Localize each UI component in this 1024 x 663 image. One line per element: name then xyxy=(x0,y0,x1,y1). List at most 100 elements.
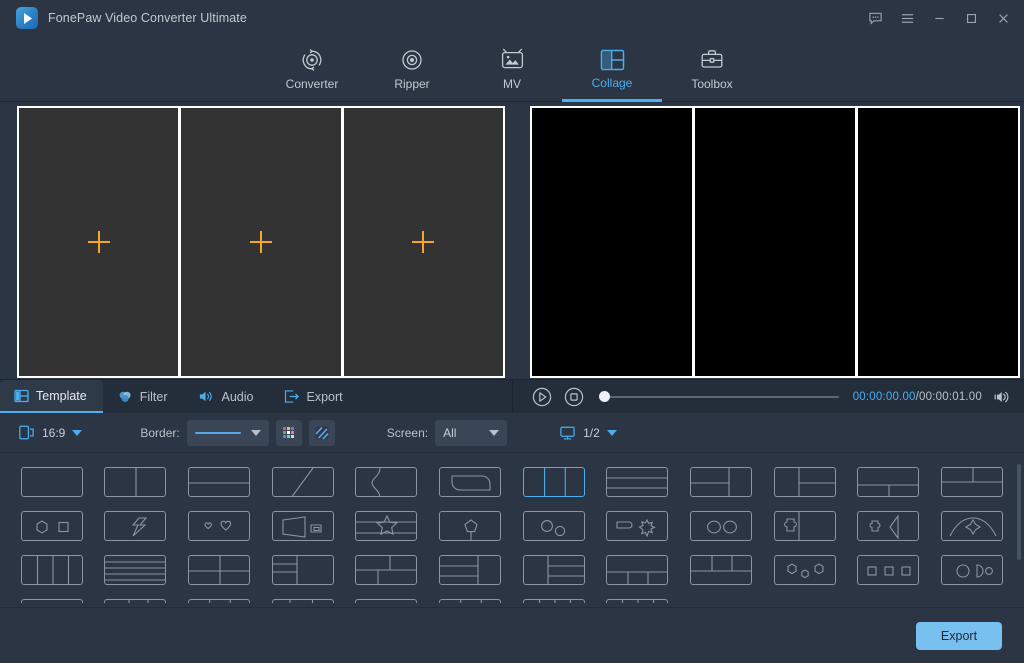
template-scrollbar[interactable] xyxy=(1017,464,1021,560)
progress-knob[interactable] xyxy=(599,391,610,402)
template-item-three-column[interactable] xyxy=(512,460,596,504)
canvas-cell-1[interactable] xyxy=(19,107,179,376)
editor-area xyxy=(0,102,1024,379)
plus-icon xyxy=(87,230,110,253)
maximize-icon[interactable] xyxy=(956,3,986,33)
template-thumbnail xyxy=(355,467,418,497)
template-item-grid-3x2[interactable] xyxy=(428,592,512,603)
template-item-left-split-right-pane[interactable] xyxy=(261,548,345,592)
template-thumbnail xyxy=(104,555,167,585)
tab-export-label: Export xyxy=(306,389,343,404)
template-item-arc-diamond[interactable] xyxy=(930,504,1014,548)
template-item-top-two-bottom-wide[interactable] xyxy=(345,548,429,592)
tab-toolbox[interactable]: Toolbox xyxy=(662,36,762,102)
template-gallery[interactable] xyxy=(0,460,1024,603)
template-item-three-hexagons[interactable] xyxy=(763,548,847,592)
template-item-two-by-two[interactable] xyxy=(177,548,261,592)
template-item-three-squares[interactable] xyxy=(847,548,931,592)
export-button[interactable]: Export xyxy=(916,621,1002,650)
progress-slider[interactable] xyxy=(599,390,839,404)
template-item-lightning-shape[interactable] xyxy=(94,504,178,548)
volume-icon[interactable] xyxy=(992,387,1012,407)
template-item-two-column[interactable] xyxy=(94,460,178,504)
template-item-right-stack-left-pane[interactable] xyxy=(763,460,847,504)
canvas-cell-2[interactable] xyxy=(181,107,341,376)
template-thumbnail xyxy=(188,599,251,603)
close-icon[interactable] xyxy=(988,3,1018,33)
template-item-two-plus-grid[interactable] xyxy=(94,592,178,603)
edit-tabs: Template Filter Audio Export xyxy=(0,380,512,413)
tab-filter[interactable]: Filter xyxy=(103,380,184,413)
app-logo-icon xyxy=(16,7,38,29)
template-item-left-pane-right-rows[interactable] xyxy=(512,548,596,592)
template-item-four-cell-row[interactable] xyxy=(512,592,596,603)
menu-icon[interactable] xyxy=(892,3,922,33)
template-item-diagonal-split[interactable] xyxy=(261,460,345,504)
template-item-two-hearts[interactable] xyxy=(177,504,261,548)
template-item-two-row[interactable] xyxy=(177,460,261,504)
border-pattern-button[interactable] xyxy=(308,419,335,446)
tab-audio[interactable]: Audio xyxy=(184,380,270,413)
tab-converter[interactable]: Converter xyxy=(262,36,362,102)
border-style-dropdown[interactable] xyxy=(186,419,269,446)
tab-mv[interactable]: MV xyxy=(462,36,562,102)
aspect-ratio-group[interactable]: 16:9 xyxy=(18,424,83,441)
template-item-puzzle-arrow[interactable] xyxy=(847,504,931,548)
tab-export[interactable]: Export xyxy=(270,380,359,413)
tab-ripper[interactable]: Ripper xyxy=(362,36,462,102)
template-item-left-pane-grid4[interactable] xyxy=(261,592,345,603)
template-thumbnail xyxy=(20,599,83,603)
preview-cell-2[interactable] xyxy=(695,107,855,376)
template-thumbnail xyxy=(690,555,753,585)
template-item-rounded-shape[interactable] xyxy=(428,460,512,504)
template-item-three-row[interactable] xyxy=(596,460,680,504)
template-options-bar: 16:9 Border: Screen: All 1/2 xyxy=(0,413,1024,453)
app-title: FonePaw Video Converter Ultimate xyxy=(48,11,247,25)
canvas-cell-3[interactable] xyxy=(343,107,503,376)
template-item-circle-pac-circle[interactable] xyxy=(930,548,1014,592)
template-item-grid-2x3[interactable] xyxy=(177,592,261,603)
template-item-triple-arrow[interactable] xyxy=(10,592,94,603)
chevron-down-icon xyxy=(250,429,261,436)
footer-bar: Export xyxy=(0,607,1024,663)
template-item-flag-sunburst[interactable] xyxy=(596,504,680,548)
preview-player-controls: 00:00:00.00/00:00:01.00 xyxy=(512,380,1024,413)
template-icon xyxy=(14,389,29,402)
export-arrow-icon xyxy=(284,390,299,403)
template-thumbnail xyxy=(773,555,836,585)
tab-collage[interactable]: Collage xyxy=(562,36,662,102)
template-item-two-circles-gear[interactable] xyxy=(512,504,596,548)
preview-cell-3[interactable] xyxy=(858,107,1018,376)
template-item-pentagon-center[interactable] xyxy=(428,504,512,548)
template-item-left-stack-right-pane[interactable] xyxy=(679,460,763,504)
template-item-hexagon-square[interactable] xyxy=(10,504,94,548)
template-item-single-pane[interactable] xyxy=(10,460,94,504)
template-item-five-row[interactable] xyxy=(94,548,178,592)
filter-drops-icon xyxy=(119,391,131,402)
template-item-top-wide-bottom-two[interactable] xyxy=(847,460,931,504)
template-item-four-cell-row-alt[interactable] xyxy=(596,592,680,603)
template-item-top-three-bottom-wide[interactable] xyxy=(679,548,763,592)
stop-circle-icon[interactable] xyxy=(563,386,585,408)
border-color-button[interactable] xyxy=(275,419,302,446)
play-circle-icon[interactable] xyxy=(531,386,553,408)
chevron-down-icon[interactable] xyxy=(72,429,83,436)
template-item-puzzle-shape[interactable] xyxy=(763,504,847,548)
template-item-trapezoid-pair[interactable] xyxy=(261,504,345,548)
chevron-down-icon[interactable] xyxy=(606,429,617,436)
template-item-curved-split[interactable] xyxy=(345,460,429,504)
screen-dropdown[interactable]: All xyxy=(435,419,508,446)
template-item-bottom-wide-top-two[interactable] xyxy=(930,460,1014,504)
template-item-bubbles[interactable] xyxy=(345,592,429,603)
feedback-icon[interactable] xyxy=(860,3,890,33)
preview-collage xyxy=(530,105,1020,378)
template-item-star-band[interactable] xyxy=(345,504,429,548)
template-item-left-rows-right-pane[interactable] xyxy=(428,548,512,592)
template-item-double-oval[interactable] xyxy=(679,504,763,548)
tab-template[interactable]: Template xyxy=(0,380,103,413)
template-item-four-column[interactable] xyxy=(10,548,94,592)
preview-cell-1[interactable] xyxy=(532,107,692,376)
page-group[interactable]: 1/2 xyxy=(559,425,617,441)
minimize-icon[interactable] xyxy=(924,3,954,33)
template-item-top-wide-bottom-three[interactable] xyxy=(596,548,680,592)
